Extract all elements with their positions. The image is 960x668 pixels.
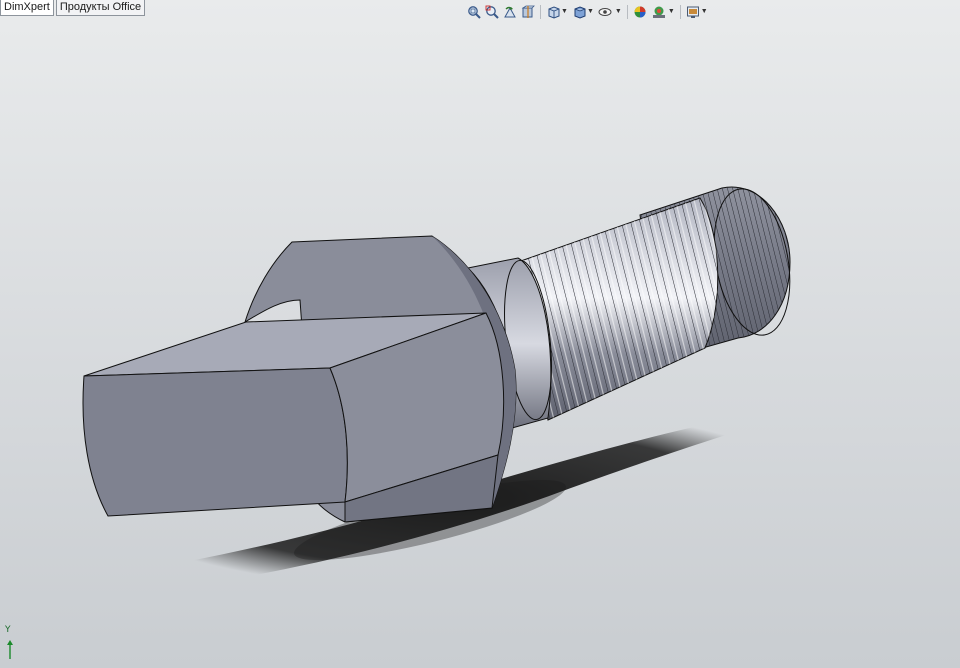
section-view-button[interactable]: [520, 3, 536, 21]
zoom-to-fit-icon: [468, 6, 481, 19]
hide-show-items-icon: [598, 8, 612, 16]
view-settings-button[interactable]: ▼: [685, 3, 709, 21]
toolbar-separator: [626, 5, 628, 19]
apply-scene-icon: [652, 6, 665, 18]
chevron-down-icon: ▼: [561, 8, 568, 15]
zoom-to-fit-button[interactable]: [466, 3, 482, 21]
tab-office-products[interactable]: Продукты Office: [55, 0, 146, 16]
previous-view-icon: [504, 6, 516, 18]
square-head: [82, 312, 505, 523]
axis-triad-icon: [7, 640, 13, 659]
command-manager-tabs: DimXpert Продукты Office: [0, 0, 147, 16]
previous-view-button[interactable]: [502, 3, 518, 21]
view-orientation-button[interactable]: ▼: [545, 3, 569, 21]
tab-dimxpert[interactable]: DimXpert: [0, 0, 54, 16]
display-style-button[interactable]: ▼: [571, 3, 595, 21]
view-orientation-icon: [548, 6, 560, 19]
toolbar-separator: [540, 5, 541, 19]
view-settings-icon: [686, 6, 699, 18]
edit-appearance-button[interactable]: [632, 3, 648, 21]
edit-appearance-icon: [634, 6, 646, 18]
section-view-icon: [521, 5, 535, 18]
reference-triad: Y: [3, 625, 17, 666]
triad-y-label: Y: [5, 625, 11, 635]
hide-show-items-button[interactable]: ▼: [597, 3, 623, 21]
graphics-area[interactable]: [0, 0, 960, 668]
chevron-down-icon: ▼: [667, 8, 675, 15]
heads-up-view-toolbar: ▼ ▼ ▼ ▼ ▼: [466, 3, 709, 21]
zoom-to-area-icon: [485, 5, 499, 19]
display-style-icon: [574, 6, 586, 19]
chevron-down-icon: ▼: [586, 8, 594, 15]
chevron-down-icon: ▼: [700, 8, 708, 15]
apply-scene-button[interactable]: ▼: [650, 3, 676, 21]
toolbar-separator: [679, 5, 681, 19]
zoom-to-area-button[interactable]: [484, 3, 500, 21]
chevron-down-icon: ▼: [614, 8, 622, 15]
